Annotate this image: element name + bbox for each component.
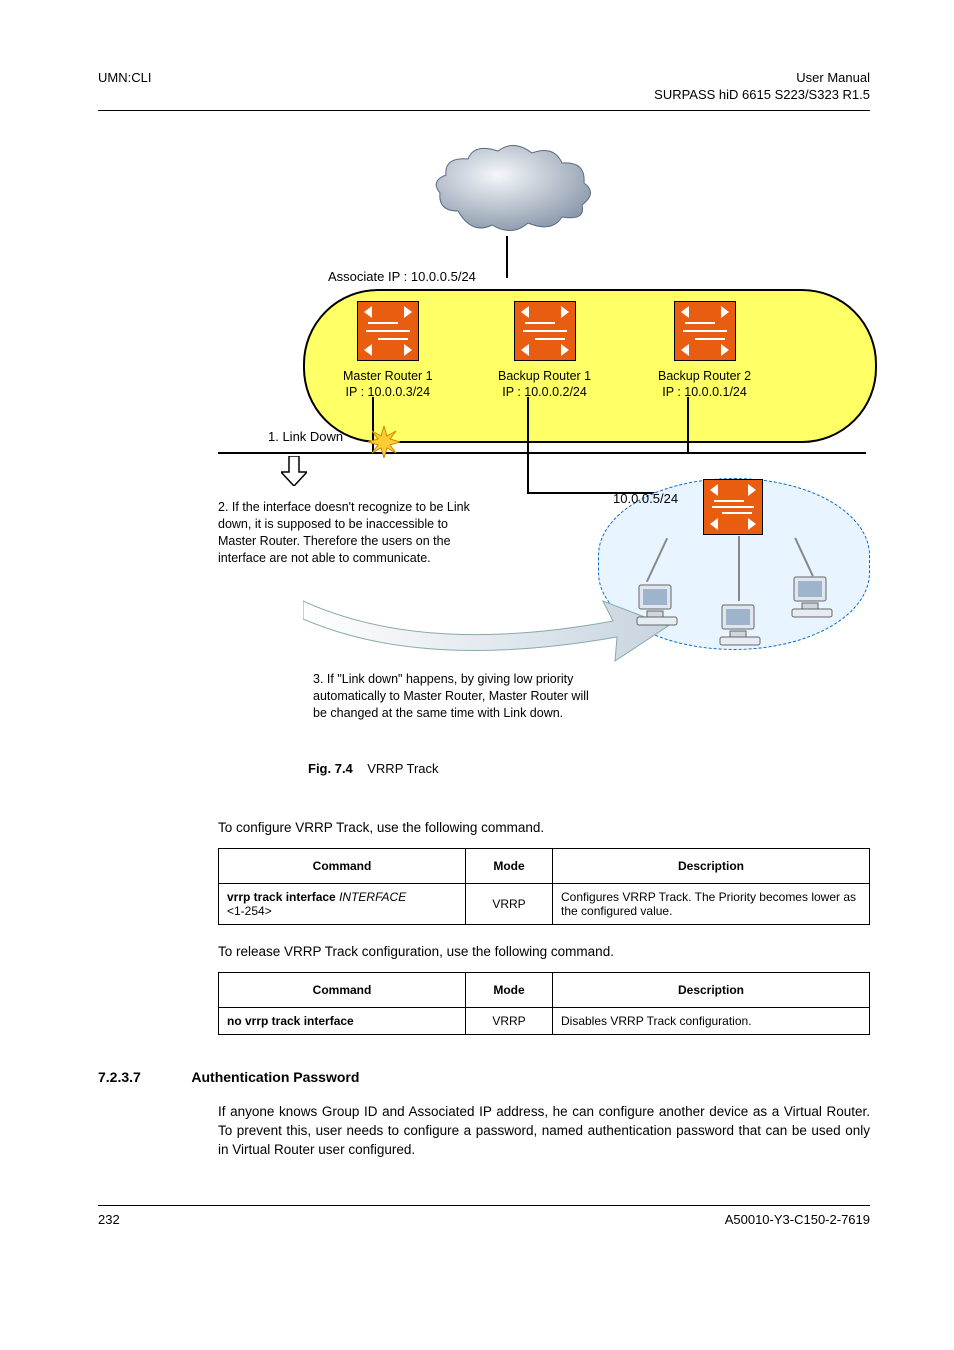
lan-ip-label: 10.0.0.5/24 — [613, 491, 678, 506]
table-cell: no vrrp track interface — [219, 1007, 466, 1034]
table-cell: vrrp track interface INTERFACE <1-254> — [219, 883, 466, 924]
network-bus-line — [218, 452, 866, 454]
lan-link-v — [527, 454, 529, 494]
table-cell: VRRP — [466, 1007, 553, 1034]
router-icon — [357, 301, 419, 361]
router-icon — [703, 479, 763, 535]
pc-icon — [788, 573, 836, 624]
backup-router-2: Backup Router 2 IP : 10.0.0.1/24 — [658, 301, 751, 401]
diagram-note-3: 3. If "Link down" happens, by giving low… — [313, 671, 603, 722]
section-title: Authentication Password — [191, 1069, 359, 1085]
table-header: Description — [553, 848, 870, 883]
page-number: 232 — [98, 1212, 120, 1227]
table-header: Mode — [466, 972, 553, 1007]
link-down-label: 1. Link Down — [268, 429, 343, 444]
router-icon — [514, 301, 576, 361]
header-right-1: User Manual — [796, 70, 870, 85]
link-down-burst-icon — [368, 426, 400, 461]
figure-title: VRRP Track — [367, 761, 438, 776]
router2-name: Backup Router 1 — [498, 369, 591, 383]
configure-command-table: Command Mode Description vrrp track inte… — [218, 848, 870, 925]
section-number: 7.2.3.7 — [98, 1069, 188, 1085]
header-rule — [98, 110, 870, 111]
section-body: If anyone knows Group ID and Associated … — [218, 1103, 870, 1160]
cmd-keyword: vrrp track interface — [227, 890, 336, 904]
figure-caption: Fig. 7.4 VRRP Track — [308, 761, 439, 776]
cmd-range: <1-254> — [227, 904, 272, 918]
cmd-arg: INTERFACE — [339, 890, 406, 904]
router1-name: Master Router 1 — [343, 369, 433, 383]
table-header: Command — [219, 848, 466, 883]
vrrp-track-diagram: Associate IP : 10.0.0.5/24 Master Router… — [218, 141, 868, 761]
master-router-1: Master Router 1 IP : 10.0.0.3/24 — [343, 301, 433, 401]
down-arrow-icon — [281, 456, 307, 489]
router3-bus-link — [687, 397, 689, 452]
table-cell: VRRP — [466, 883, 553, 924]
router2-ip: IP : 10.0.0.2/24 — [502, 385, 587, 399]
lan-router — [703, 479, 763, 538]
configure-para: To configure VRRP Track, use the followi… — [218, 819, 870, 838]
header-left: UMN:CLI — [98, 70, 151, 85]
header-right-2: SURPASS hiD 6615 S223/S323 R1.5 — [98, 87, 870, 102]
table-header: Description — [553, 972, 870, 1007]
table-cell: Configures VRRP Track. The Priority beco… — [553, 883, 870, 924]
table-header: Command — [219, 972, 466, 1007]
router1-ip: IP : 10.0.0.3/24 — [346, 385, 431, 399]
doc-id: A50010-Y3-C150-2-7619 — [725, 1212, 870, 1227]
pc-icon — [633, 581, 681, 632]
router-icon — [674, 301, 736, 361]
release-para: To release VRRP Track configuration, use… — [218, 943, 870, 962]
diagram-note-2: 2. If the interface doesn't recognize to… — [218, 499, 488, 567]
table-cell: Disables VRRP Track configuration. — [553, 1007, 870, 1034]
table-header: Mode — [466, 848, 553, 883]
swoosh-arrow-icon — [303, 571, 673, 674]
router2-bus-link — [527, 397, 529, 452]
associate-ip-label: Associate IP : 10.0.0.5/24 — [328, 269, 476, 284]
pc2-link — [738, 536, 740, 601]
router3-name: Backup Router 2 — [658, 369, 751, 383]
pc-icon — [716, 601, 764, 652]
release-command-table: Command Mode Description no vrrp track i… — [218, 972, 870, 1035]
figure-number: Fig. 7.4 — [308, 761, 353, 776]
cmd-keyword: no vrrp track interface — [227, 1014, 354, 1028]
router3-ip: IP : 10.0.0.1/24 — [662, 385, 747, 399]
cloud-link-line — [506, 236, 508, 278]
internet-cloud-icon — [428, 141, 598, 244]
backup-router-1: Backup Router 1 IP : 10.0.0.2/24 — [498, 301, 591, 401]
section-heading: 7.2.3.7 Authentication Password — [98, 1069, 870, 1085]
